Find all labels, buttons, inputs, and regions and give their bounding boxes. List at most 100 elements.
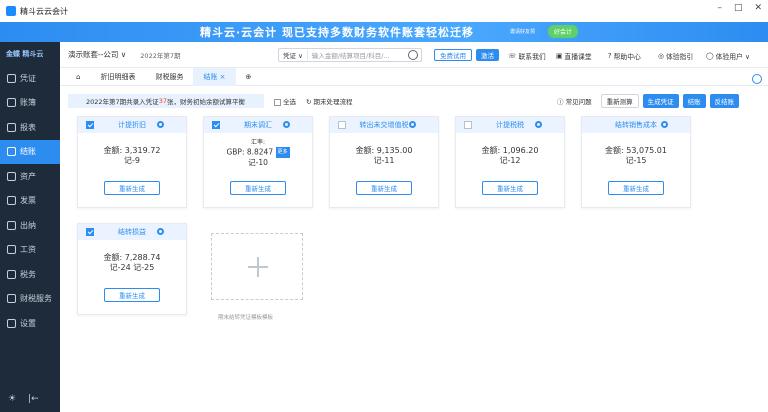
recalculate-button[interactable]: 重新测算 bbox=[600, 94, 639, 108]
help-center-link[interactable]: ? 帮助中心 bbox=[608, 51, 641, 61]
card-voucher-ref[interactable]: 记-11 bbox=[330, 156, 438, 166]
card-title: 结转损益 bbox=[118, 228, 146, 236]
gear-icon[interactable] bbox=[409, 121, 416, 128]
closing-notice: 2022年第7期共录入凭证 37 张，财务初始余额试算平衡 bbox=[68, 94, 264, 108]
sidebar-item-closing[interactable]: 结账 bbox=[0, 139, 60, 164]
ledger-icon bbox=[7, 98, 16, 108]
banner-gift-small: 邀请好友领 bbox=[510, 29, 536, 35]
contact-us-link[interactable]: ☏ 联系我们 bbox=[508, 51, 546, 61]
help-center-label: 帮助中心 bbox=[613, 53, 641, 61]
regenerate-button[interactable]: 重新生成 bbox=[608, 181, 664, 195]
card-checkbox[interactable] bbox=[212, 121, 220, 129]
card-amount: 金额: 53,075.01 bbox=[605, 146, 667, 155]
tab-finance-service[interactable]: 财税服务 bbox=[145, 68, 193, 86]
action-bar: ⓘ 常见问题 重新测算 生成凭证 结账 反结账 bbox=[552, 94, 740, 108]
tab-closing[interactable]: 结账 × bbox=[193, 67, 236, 86]
guide-link[interactable]: ◎ 体验指引 bbox=[658, 51, 693, 61]
search-box[interactable]: 凭证 ∨ 输入金额/结算项目/科目/... bbox=[278, 48, 422, 62]
closing-card-profit-loss: 结转损益 金额: 7,288.74 记-24 记-25 重新生成 bbox=[77, 223, 187, 315]
sidebar-item-reports[interactable]: 报表 bbox=[0, 115, 60, 140]
settings-icon bbox=[7, 318, 16, 328]
maximize-button[interactable]: □ bbox=[734, 3, 743, 13]
home-icon[interactable]: ⌂ bbox=[66, 68, 90, 86]
gear-icon[interactable] bbox=[157, 121, 164, 128]
regenerate-button[interactable]: 重新生成 bbox=[482, 181, 538, 195]
search-type-select[interactable]: 凭证 ∨ bbox=[279, 50, 308, 60]
sidebar-item-voucher[interactable]: 凭证 bbox=[0, 66, 60, 91]
collapse-icon[interactable]: |← bbox=[28, 394, 39, 404]
activate-button[interactable]: 激活 bbox=[476, 49, 499, 61]
reverse-close-button[interactable]: 反结账 bbox=[709, 94, 740, 108]
invoice-icon bbox=[7, 196, 16, 206]
card-amount: 金额: 9,135.00 bbox=[355, 146, 413, 155]
main-panel: 演示账套--公司 ∨ 2022年第7期 凭证 ∨ 输入金额/结算项目/科目/..… bbox=[60, 42, 768, 412]
regenerate-button[interactable]: 重新生成 bbox=[356, 181, 412, 195]
title-bar: 精斗云云会计 – □ ✕ bbox=[0, 0, 768, 22]
sidebar-item-label: 出纳 bbox=[20, 220, 36, 230]
tab-more-icon[interactable]: ⊕ bbox=[236, 68, 262, 86]
closing-card-fx: 期末调汇 汇率: GBP: 8.8247 更多 记-10 重新生成 bbox=[203, 116, 313, 208]
gear-icon[interactable] bbox=[661, 121, 668, 128]
gear-icon[interactable] bbox=[535, 121, 542, 128]
sidebar-item-invoice[interactable]: 发票 bbox=[0, 189, 60, 214]
closing-card-depreciation: 计提折旧 金额: 3,319.72 记-9 重新生成 bbox=[77, 116, 187, 208]
sidebar-item-assets[interactable]: 资产 bbox=[0, 164, 60, 189]
faq-link[interactable]: ⓘ 常见问题 bbox=[552, 94, 597, 108]
tv-icon: ▣ bbox=[556, 52, 563, 60]
live-class-link[interactable]: ▣ 直播课堂 bbox=[556, 51, 592, 61]
card-voucher-ref[interactable]: 记-12 bbox=[456, 156, 564, 166]
period-flow-link[interactable]: ↻ 期末处理流程 bbox=[306, 96, 353, 106]
card-checkbox[interactable] bbox=[338, 121, 346, 129]
sidebar-item-label: 账簿 bbox=[20, 98, 36, 108]
card-amount: 金额: 7,288.74 bbox=[103, 253, 161, 262]
faq-label: 常见问题 bbox=[565, 98, 592, 106]
card-checkbox[interactable] bbox=[86, 228, 94, 236]
sidebar-item-label: 财税服务 bbox=[20, 294, 52, 304]
close-button[interactable]: ✕ bbox=[754, 3, 762, 13]
search-input[interactable]: 输入金额/结算项目/科目/... bbox=[308, 50, 408, 60]
select-all-checkbox[interactable]: 全选 bbox=[274, 96, 296, 106]
sidebar-item-label: 资产 bbox=[20, 171, 36, 181]
gear-icon[interactable] bbox=[283, 121, 290, 128]
add-template-button[interactable] bbox=[211, 233, 303, 300]
search-icon[interactable] bbox=[408, 50, 418, 60]
payroll-icon bbox=[7, 245, 16, 255]
regenerate-button[interactable]: 重新生成 bbox=[104, 288, 160, 302]
tab-depreciation[interactable]: 折旧明细表 bbox=[90, 68, 145, 86]
guide-icon: ◎ bbox=[658, 52, 664, 60]
tax-icon bbox=[7, 269, 16, 279]
assets-icon bbox=[7, 171, 16, 181]
regenerate-button[interactable]: 重新生成 bbox=[104, 181, 160, 195]
more-button[interactable]: 更多 bbox=[275, 147, 290, 158]
sidebar-item-tax[interactable]: 税务 bbox=[0, 262, 60, 287]
company-selector[interactable]: 演示账套--公司 ∨ bbox=[68, 49, 126, 60]
card-voucher-ref[interactable]: 记-10 bbox=[204, 158, 312, 167]
close-period-button[interactable]: 结账 bbox=[682, 94, 706, 108]
regenerate-button[interactable]: 重新生成 bbox=[230, 181, 286, 195]
theme-icon[interactable]: ☀ bbox=[8, 394, 16, 404]
free-trial-button[interactable]: 免费试用 bbox=[434, 49, 472, 61]
sidebar-item-cashier[interactable]: 出纳 bbox=[0, 213, 60, 238]
card-voucher-ref[interactable]: 记-24 记-25 bbox=[78, 263, 186, 273]
minimize-button[interactable]: – bbox=[717, 3, 722, 13]
card-checkbox[interactable] bbox=[464, 121, 472, 129]
sidebar-item-ledger[interactable]: 账簿 bbox=[0, 91, 60, 116]
sidebar-item-finance-service[interactable]: 财税服务 bbox=[0, 287, 60, 312]
card-checkbox[interactable] bbox=[86, 121, 94, 129]
card-voucher-ref[interactable]: 记-9 bbox=[78, 156, 186, 166]
sidebar-item-label: 税务 bbox=[20, 269, 36, 279]
card-rate-label: 汇率: bbox=[250, 139, 266, 146]
tab-bar: ⌂ 折旧明细表 财税服务 结账 × ⊕ bbox=[60, 67, 768, 86]
sidebar-item-payroll[interactable]: 工资 bbox=[0, 238, 60, 263]
promo-banner[interactable]: 精斗云·云会计 现已支持多数财务软件账套轻松迁移 邀请好友领 好会计 bbox=[0, 22, 768, 42]
generate-voucher-button[interactable]: 生成凭证 bbox=[642, 94, 679, 108]
notice-post: 张，财务初始余额试算平衡 bbox=[166, 98, 245, 106]
banner-gift-badge[interactable]: 好会计 bbox=[548, 25, 579, 38]
gear-icon[interactable] bbox=[157, 228, 164, 235]
sidebar-item-settings[interactable]: 设置 bbox=[0, 311, 60, 336]
card-voucher-ref[interactable]: 记-15 bbox=[582, 156, 690, 166]
user-menu[interactable]: ◯ 体验用户 ∨ bbox=[706, 51, 750, 61]
select-all-label: 全选 bbox=[283, 98, 296, 106]
scroll-top-icon[interactable] bbox=[752, 74, 762, 84]
user-icon: ◯ bbox=[706, 52, 714, 60]
